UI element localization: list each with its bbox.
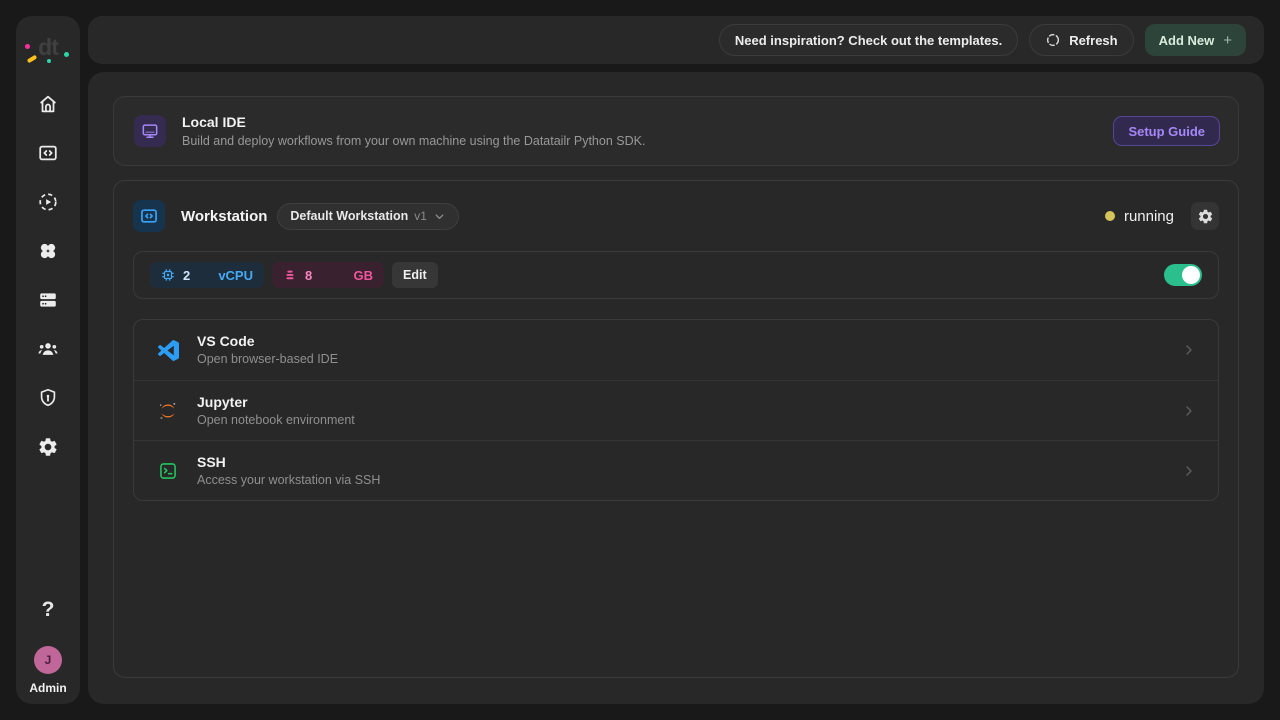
vscode-icon-box bbox=[157, 340, 179, 361]
add-new-label: Add New bbox=[1159, 33, 1215, 48]
shield-icon bbox=[37, 387, 59, 409]
gear-icon bbox=[37, 436, 59, 458]
selector-value: Default Workstation bbox=[290, 209, 408, 223]
link-title: VS Code bbox=[197, 333, 338, 350]
apps-icon bbox=[37, 240, 59, 262]
local-ide-subtitle: Build and deploy workflows from your own… bbox=[182, 134, 645, 149]
app-logo[interactable]: dt bbox=[26, 30, 70, 64]
cpu-badge: 2 vCPU bbox=[150, 262, 264, 288]
sidebar-item-services[interactable] bbox=[36, 289, 60, 311]
setup-guide-button[interactable]: Setup Guide bbox=[1113, 116, 1220, 146]
cpu-unit: vCPU bbox=[218, 268, 253, 283]
play-circle-icon bbox=[37, 191, 59, 213]
sidebar-bottom: ? J Admin bbox=[29, 599, 66, 704]
jupyter-text: Jupyter Open notebook environment bbox=[197, 394, 355, 428]
jupyter-icon-box bbox=[157, 400, 179, 422]
help-label: ? bbox=[42, 598, 55, 621]
edit-resources-button[interactable]: Edit bbox=[392, 262, 438, 288]
cpu-value: 2 bbox=[183, 268, 190, 283]
vscode-icon bbox=[158, 340, 179, 361]
resource-row: 2 vCPU 8 GB Edit bbox=[133, 251, 1219, 299]
link-subtitle: Open browser-based IDE bbox=[197, 352, 338, 367]
workstation-selector[interactable]: Default Workstation v1 bbox=[277, 203, 459, 230]
gear-icon bbox=[1197, 208, 1214, 225]
local-ide-card: Local IDE Build and deploy workflows fro… bbox=[113, 96, 1239, 166]
link-row-vscode[interactable]: VS Code Open browser-based IDE bbox=[134, 320, 1218, 380]
local-ide-title: Local IDE bbox=[182, 114, 645, 131]
topbar: Need inspiration? Check out the template… bbox=[88, 16, 1264, 64]
workstation-power-toggle[interactable] bbox=[1164, 264, 1202, 286]
sidebar-item-users[interactable] bbox=[36, 338, 60, 360]
plus-icon: + bbox=[1223, 33, 1232, 48]
chevron-right-icon bbox=[1181, 463, 1197, 479]
sidebar-item-security[interactable] bbox=[36, 387, 60, 409]
ssh-icon bbox=[158, 461, 178, 481]
ssh-text: SSH Access your workstation via SSH bbox=[197, 454, 380, 488]
workstation-card: Workstation Default Workstation v1 runni… bbox=[113, 180, 1239, 678]
workstation-links: VS Code Open browser-based IDE bbox=[133, 319, 1219, 501]
sidebar-item-apps[interactable] bbox=[36, 240, 60, 262]
local-ide-icon-box bbox=[134, 115, 166, 147]
chevron-down-icon bbox=[433, 210, 446, 223]
sidebar-item-settings[interactable] bbox=[36, 436, 60, 458]
workstation-title: Workstation bbox=[181, 208, 267, 225]
code-window-icon bbox=[37, 142, 59, 164]
link-subtitle: Access your workstation via SSH bbox=[197, 473, 380, 488]
logo-teal-dot bbox=[47, 59, 51, 63]
monitor-icon bbox=[140, 121, 160, 141]
refresh-button[interactable]: Refresh bbox=[1029, 24, 1133, 56]
sidebar-item-home[interactable] bbox=[36, 93, 60, 115]
home-icon bbox=[37, 93, 59, 115]
refresh-label: Refresh bbox=[1069, 33, 1117, 48]
memory-icon bbox=[283, 268, 297, 282]
chevron-right-icon bbox=[1181, 342, 1197, 358]
status-dot bbox=[1105, 211, 1115, 221]
status-label: running bbox=[1124, 208, 1174, 225]
logo-period-dot bbox=[64, 52, 69, 57]
chevron-right-icon bbox=[1181, 403, 1197, 419]
sidebar-item-jobs[interactable] bbox=[36, 191, 60, 213]
memory-badge: 8 GB bbox=[272, 262, 384, 288]
logo-yellow-swoosh bbox=[27, 55, 38, 64]
user-label: Admin bbox=[29, 681, 66, 695]
status-indicator: running bbox=[1105, 208, 1174, 225]
main-panel: Local IDE Build and deploy workflows fro… bbox=[88, 72, 1264, 704]
users-icon bbox=[37, 338, 59, 360]
link-title: Jupyter bbox=[197, 394, 355, 411]
refresh-icon bbox=[1045, 32, 1061, 48]
server-icon bbox=[37, 289, 59, 311]
sidebar-item-ide[interactable] bbox=[36, 142, 60, 164]
templates-button[interactable]: Need inspiration? Check out the template… bbox=[719, 24, 1018, 56]
link-row-ssh[interactable]: SSH Access your workstation via SSH bbox=[134, 440, 1218, 500]
avatar-initial: J bbox=[45, 653, 52, 667]
local-ide-text: Local IDE Build and deploy workflows fro… bbox=[182, 114, 645, 149]
memory-value: 8 bbox=[305, 268, 312, 283]
workstation-icon-box bbox=[133, 200, 165, 232]
link-title: SSH bbox=[197, 454, 380, 471]
sidebar: dt bbox=[16, 16, 80, 704]
ssh-icon-box bbox=[157, 461, 179, 481]
jupyter-icon bbox=[157, 400, 179, 422]
add-new-button[interactable]: Add New + bbox=[1145, 24, 1246, 56]
code-window-icon bbox=[139, 206, 159, 226]
toggle-knob bbox=[1182, 266, 1200, 284]
memory-unit: GB bbox=[354, 268, 374, 283]
selector-version: v1 bbox=[414, 209, 427, 223]
workstation-settings-button[interactable] bbox=[1191, 202, 1219, 230]
logo-letters: dt bbox=[38, 34, 58, 61]
avatar[interactable]: J bbox=[34, 646, 62, 674]
vscode-text: VS Code Open browser-based IDE bbox=[197, 333, 338, 367]
cpu-icon bbox=[161, 268, 175, 282]
link-row-jupyter[interactable]: Jupyter Open notebook environment bbox=[134, 380, 1218, 440]
sidebar-nav bbox=[36, 93, 60, 458]
logo-pink-dot bbox=[25, 44, 30, 49]
workstation-header: Workstation Default Workstation v1 runni… bbox=[133, 200, 1219, 232]
help-button[interactable]: ? bbox=[42, 599, 55, 620]
link-subtitle: Open notebook environment bbox=[197, 413, 355, 428]
